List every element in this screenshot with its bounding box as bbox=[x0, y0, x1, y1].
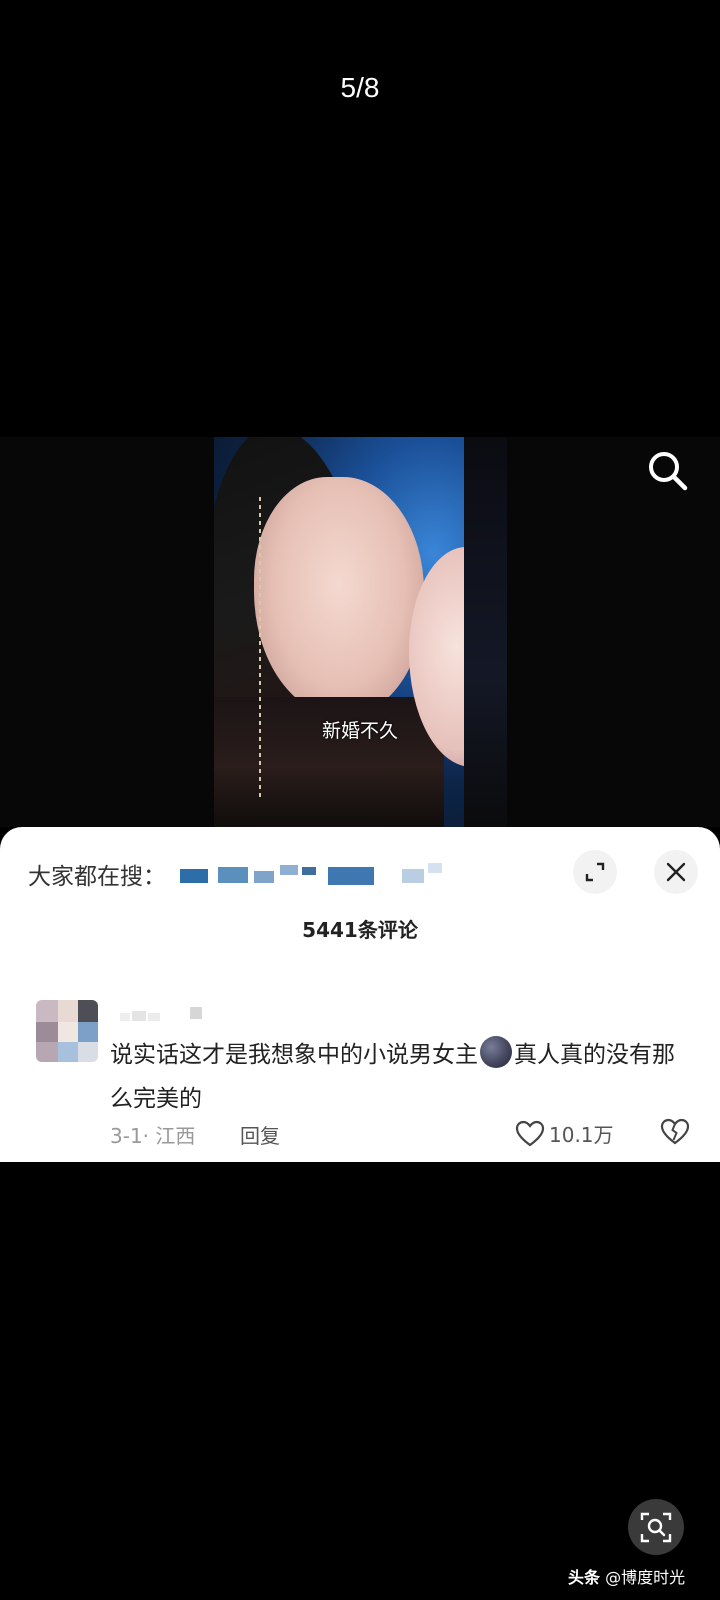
comment-text-part-1: 说实话这才是我想象中的小说男女主 bbox=[110, 1042, 478, 1068]
poster-caption: 新婚不久 bbox=[322, 720, 399, 742]
page-counter: 5/8 bbox=[340, 72, 380, 103]
emoji-icon bbox=[480, 1036, 512, 1068]
dislike-button[interactable] bbox=[660, 1118, 690, 1150]
heart-icon bbox=[515, 1120, 545, 1146]
search-button[interactable] bbox=[644, 447, 692, 495]
search-icon bbox=[649, 452, 688, 491]
watermark-handle: @博度时光 bbox=[605, 1568, 686, 1587]
like-button[interactable]: 10.1万 bbox=[515, 1119, 614, 1148]
poster-ornament-chain bbox=[259, 497, 261, 797]
broken-heart-icon bbox=[660, 1118, 690, 1145]
hot-search-label: 大家都在搜： bbox=[28, 864, 166, 890]
username-blurred[interactable] bbox=[120, 1007, 212, 1023]
close-icon bbox=[666, 862, 686, 882]
expand-button[interactable] bbox=[573, 850, 617, 894]
avatar[interactable] bbox=[36, 1000, 98, 1062]
watermark: 头条 @博度时光 bbox=[568, 1564, 685, 1588]
video-poster[interactable]: 新婚不久 bbox=[214, 437, 507, 827]
like-count: 10.1万 bbox=[549, 1123, 614, 1147]
watermark-platform: 头条 bbox=[568, 1568, 601, 1587]
lens-search-icon bbox=[640, 1512, 672, 1543]
hot-search-terms-blurred[interactable] bbox=[180, 863, 460, 885]
comments-sheet: 大家都在搜： 5441条评论 说实话这才是我想象中的小说男女主 真人真的没有那么… bbox=[0, 827, 720, 1162]
comment-count-title: 5441条评论 bbox=[302, 918, 418, 942]
reply-button[interactable]: 回复 bbox=[240, 1120, 280, 1149]
comment-text: 说实话这才是我想象中的小说男女主 真人真的没有那么完美的 bbox=[110, 1033, 690, 1121]
lens-search-button[interactable] bbox=[628, 1499, 684, 1555]
expand-icon bbox=[585, 862, 605, 882]
poster-figure-hair-female bbox=[464, 437, 507, 827]
comment-date-location: 3-1· 江西 bbox=[110, 1124, 196, 1148]
close-button[interactable] bbox=[654, 850, 698, 894]
